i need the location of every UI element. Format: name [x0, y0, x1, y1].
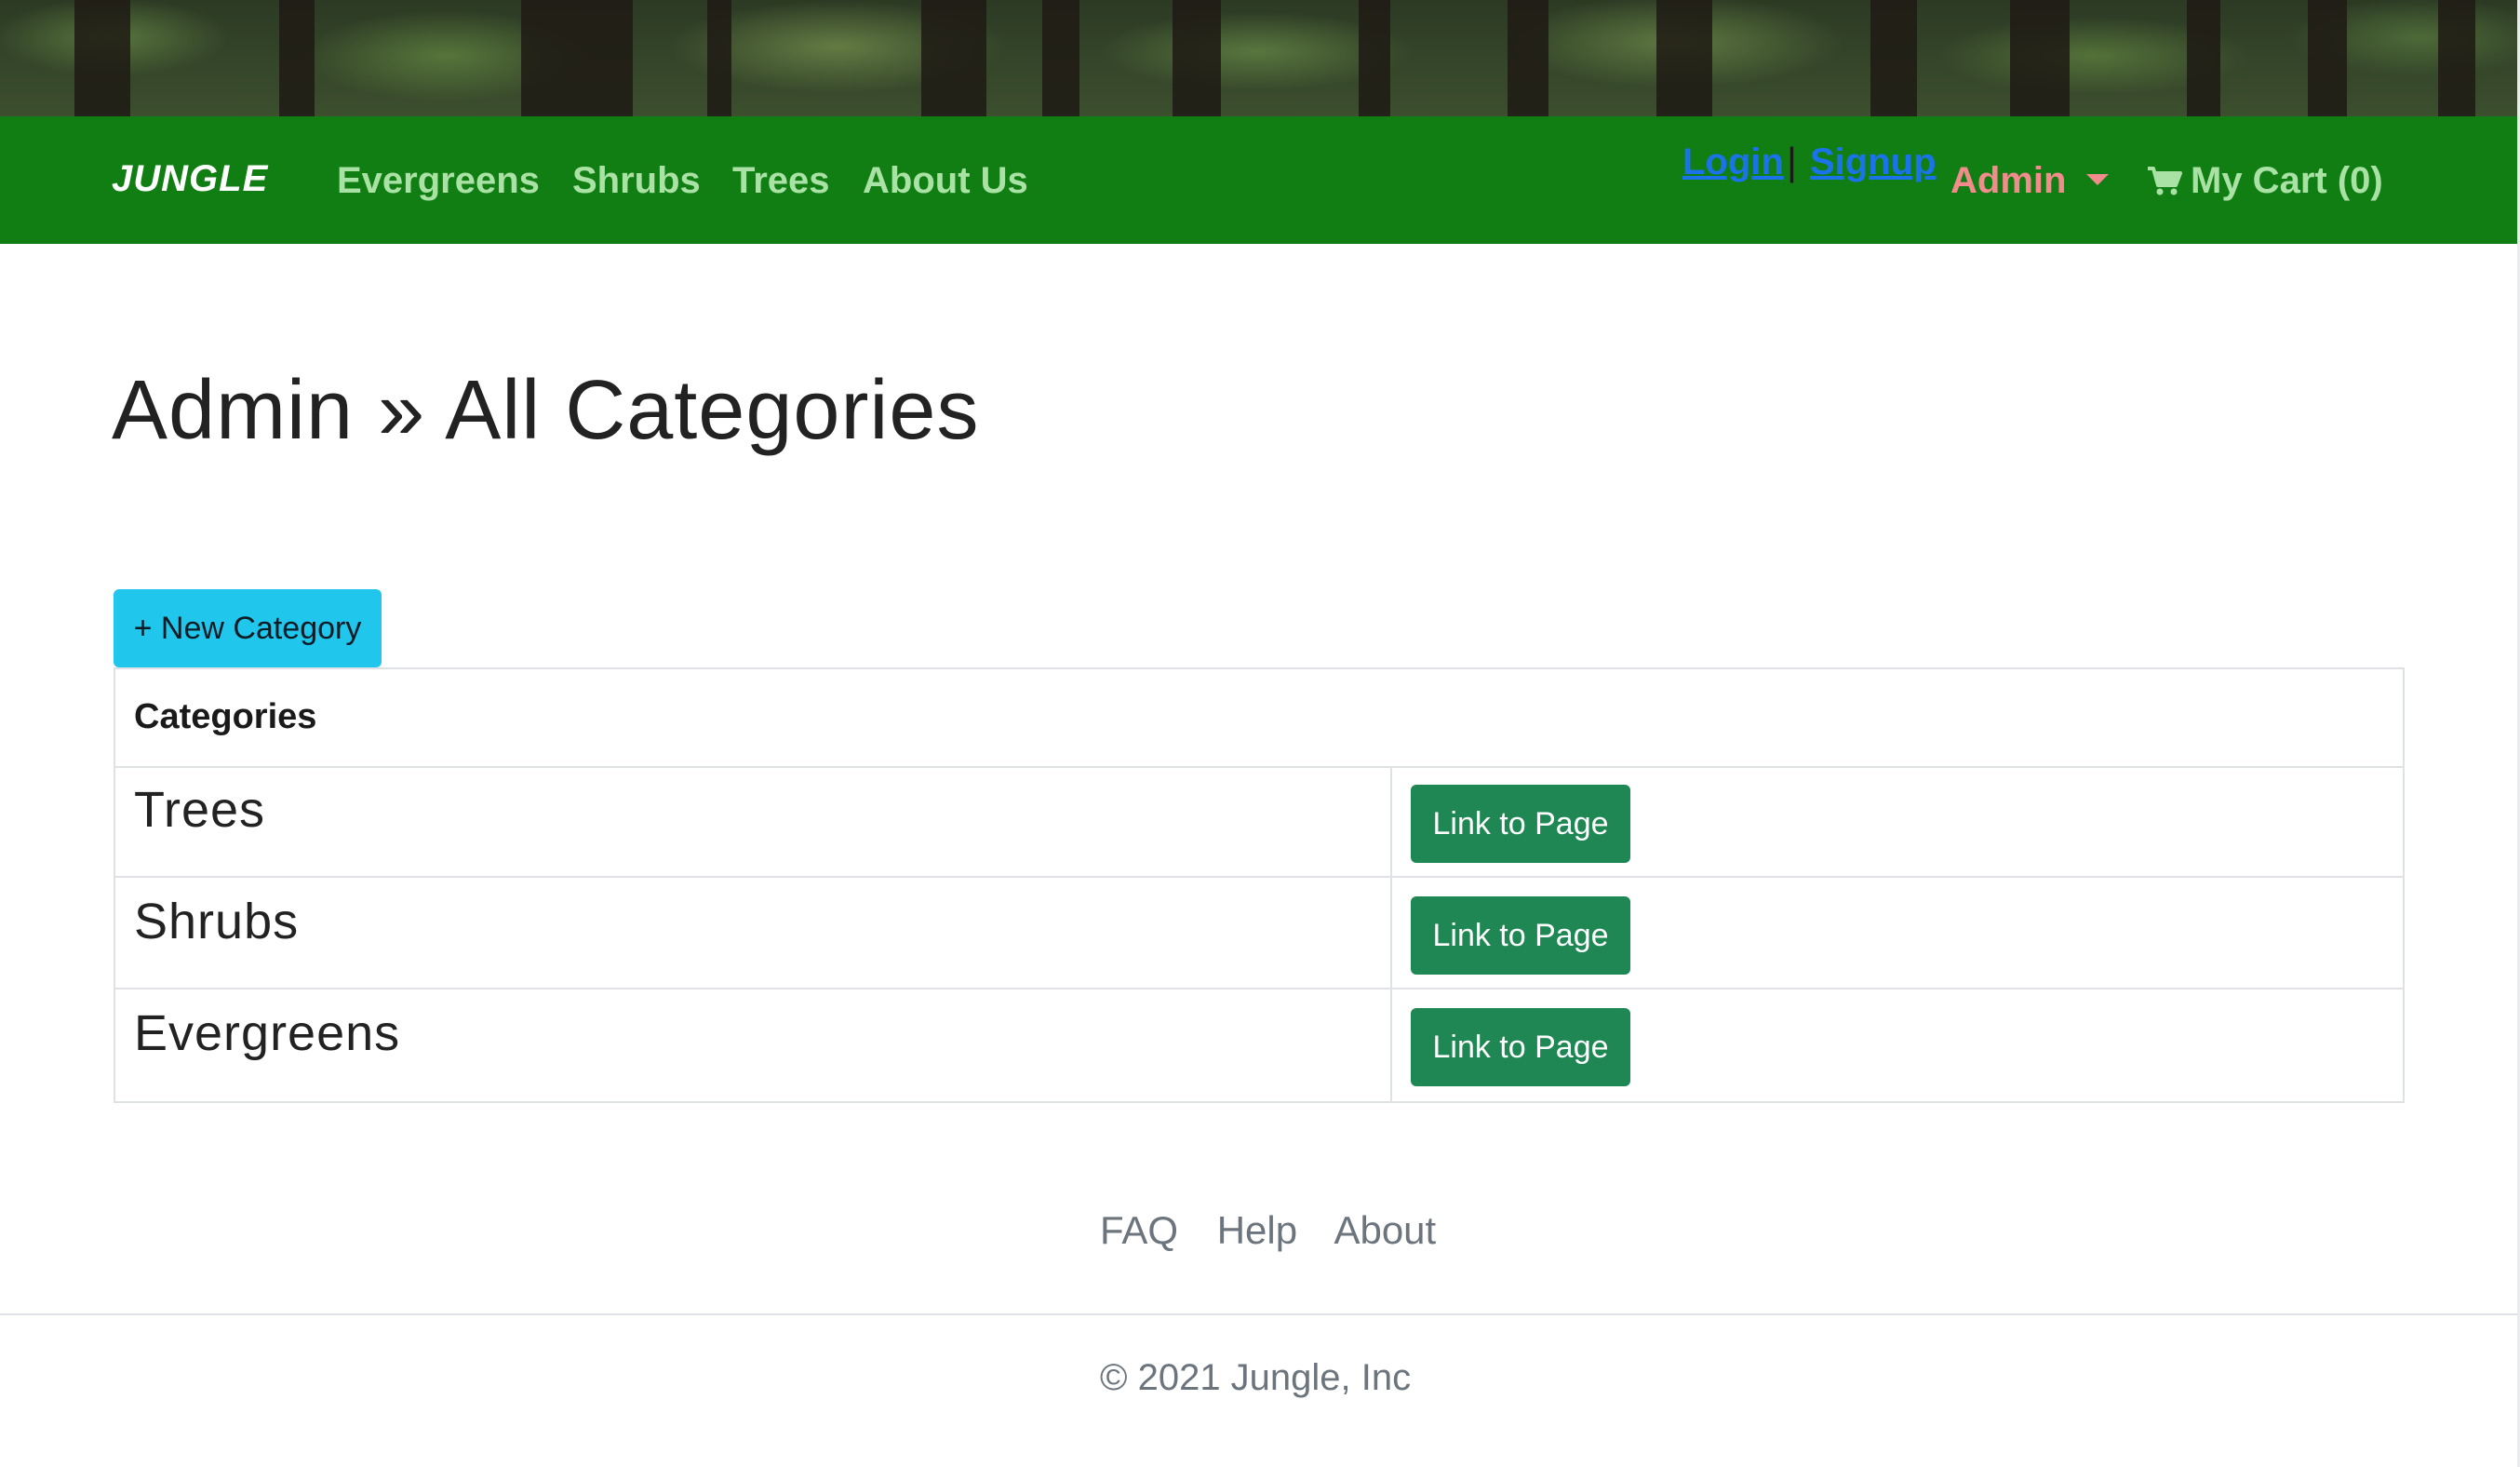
tree-trunk: [2438, 0, 2475, 116]
copyright-text: © 2021 Jungle, Inc: [1100, 1357, 1412, 1398]
caret-down-icon[interactable]: [2086, 174, 2109, 185]
tree-trunk: [707, 0, 731, 116]
category-name-cell: Evergreens: [115, 989, 1392, 1101]
category-name: Evergreens: [134, 1005, 401, 1061]
category-name-cell: Trees: [115, 766, 1392, 876]
table-header: Categories: [115, 669, 2403, 768]
tree-trunk: [2010, 0, 2070, 116]
brand-logo[interactable]: JUNGLE: [112, 158, 268, 200]
table-header-label: Categories: [134, 697, 317, 736]
tree-trunk: [921, 0, 986, 116]
nav-link-trees[interactable]: Trees: [732, 160, 830, 202]
page-title: Admin » All Categories: [112, 364, 980, 457]
signup-link[interactable]: Signup: [1810, 141, 1937, 183]
tree-trunk: [1870, 0, 1917, 116]
login-link[interactable]: Login: [1682, 141, 1784, 183]
tree-trunk: [1656, 0, 1712, 116]
category-name-cell: Shrubs: [115, 878, 1392, 988]
nav-link-about-us[interactable]: About Us: [863, 160, 1028, 202]
tree-trunk: [279, 0, 315, 116]
link-to-page-button[interactable]: Link to Page: [1411, 896, 1630, 975]
footer-link-about[interactable]: About: [1334, 1208, 1436, 1252]
table-row: Evergreens Link to Page: [115, 989, 2403, 1101]
tree-trunk: [1042, 0, 1079, 116]
table-row: Trees Link to Page: [115, 766, 2403, 878]
cart-label: My Cart (0): [2191, 160, 2383, 201]
categories-table: Categories Trees Link to Page Shrubs Lin…: [114, 667, 2405, 1103]
page: JUNGLE Evergreens Shrubs Trees About Us …: [0, 0, 2520, 1467]
tree-trunk: [521, 0, 633, 116]
tree-trunk: [2187, 0, 2220, 116]
cart-link[interactable]: My Cart (0): [2146, 160, 2383, 202]
table-row: Shrubs Link to Page: [115, 878, 2403, 989]
footer-link-faq[interactable]: FAQ: [1100, 1208, 1178, 1252]
category-name: Shrubs: [134, 894, 300, 949]
nav-link-evergreens[interactable]: Evergreens: [337, 160, 540, 202]
auth-separator: |: [1787, 140, 1797, 183]
tree-trunk: [2308, 0, 2347, 116]
category-name: Trees: [134, 782, 266, 838]
footer-divider: [0, 1313, 2517, 1315]
link-to-page-button[interactable]: Link to Page: [1411, 1008, 1630, 1086]
hero-banner: [0, 0, 2517, 116]
tree-trunk: [1508, 0, 1548, 116]
tree-trunk: [1359, 0, 1390, 116]
admin-dropdown[interactable]: Admin: [1950, 160, 2066, 202]
footer-links: FAQ Help About: [1100, 1208, 1464, 1253]
nav-link-shrubs[interactable]: Shrubs: [572, 160, 701, 202]
tree-trunk: [74, 0, 130, 116]
cart-icon: [2148, 167, 2182, 195]
forest-foliage: [0, 0, 2517, 116]
tree-trunk: [1173, 0, 1221, 116]
new-category-button[interactable]: + New Category: [114, 589, 382, 667]
link-to-page-button[interactable]: Link to Page: [1411, 785, 1630, 863]
footer-link-help[interactable]: Help: [1217, 1208, 1297, 1252]
